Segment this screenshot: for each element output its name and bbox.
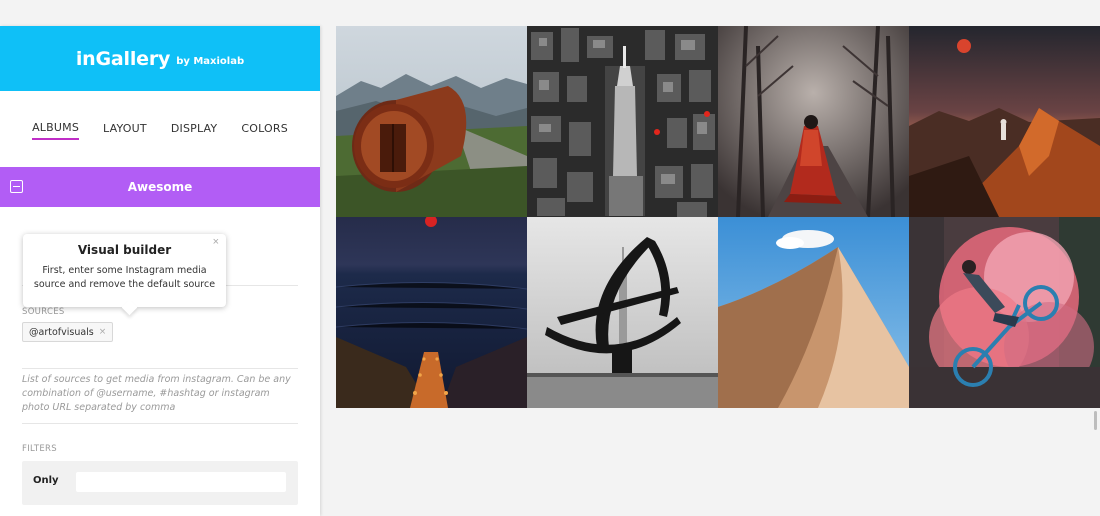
sources-label: SOURCES [22, 307, 65, 317]
divider [22, 368, 298, 369]
photo-image [527, 217, 718, 408]
ingallery-app: inGallery by Maxiolab ALBUMS LAYOUT DISP… [0, 0, 1100, 516]
filter-only-input[interactable] [76, 472, 286, 492]
filter-only-label: Only [33, 475, 59, 486]
brand-name: inGallery [75, 47, 171, 70]
album-title: Awesome [127, 180, 193, 194]
brand-header: inGallery by Maxiolab [0, 26, 320, 91]
photo-bike-smoke[interactable] [909, 217, 1100, 408]
filter-only-row: Only [22, 461, 298, 505]
photo-cabin-mountains[interactable] [336, 26, 527, 217]
tab-display[interactable]: DISPLAY [171, 122, 218, 139]
photo-desert-dune[interactable] [718, 217, 909, 408]
source-tag[interactable]: @artofvisuals × [22, 322, 114, 342]
album-header[interactable]: Awesome [0, 167, 320, 207]
photo-image [909, 217, 1100, 408]
page-scrollbar[interactable] [1094, 411, 1097, 430]
photo-image [336, 217, 527, 408]
photo-image [336, 26, 527, 217]
tooltip-title: Visual builder [77, 243, 172, 257]
photo-image [718, 217, 909, 408]
visual-builder-tooltip: × Visual builder First, enter some Insta… [23, 234, 226, 307]
photo-image [718, 26, 909, 217]
source-tag-text: @artofvisuals [29, 326, 94, 338]
photo-mountain-moon[interactable] [909, 26, 1100, 217]
photo-sculpture-skyline[interactable] [527, 217, 718, 408]
filters-label: FILTERS [22, 444, 57, 454]
photo-city-aerial[interactable] [527, 26, 718, 217]
gallery-grid [336, 26, 1100, 408]
tooltip-text: First, enter some Instagram media source… [33, 265, 216, 290]
divider [22, 423, 298, 424]
tab-albums[interactable]: ALBUMS [32, 121, 80, 140]
photo-sea-stairs-night[interactable] [336, 217, 527, 408]
builder-sidebar: inGallery by Maxiolab ALBUMS LAYOUT DISP… [0, 26, 320, 516]
tab-layout[interactable]: LAYOUT [103, 122, 147, 139]
settings-tabs: ALBUMS LAYOUT DISPLAY COLORS [0, 91, 320, 167]
photo-image [527, 26, 718, 217]
close-icon[interactable]: × [213, 236, 219, 248]
photo-forest-red-cloak[interactable] [718, 26, 909, 217]
sources-help-text: List of sources to get media from instag… [22, 374, 291, 413]
tag-remove-icon[interactable]: × [99, 327, 107, 337]
minus-square-icon[interactable] [10, 180, 23, 193]
brand-by: by Maxiolab [176, 56, 245, 67]
photo-image [909, 26, 1100, 217]
tab-colors[interactable]: COLORS [241, 122, 288, 139]
